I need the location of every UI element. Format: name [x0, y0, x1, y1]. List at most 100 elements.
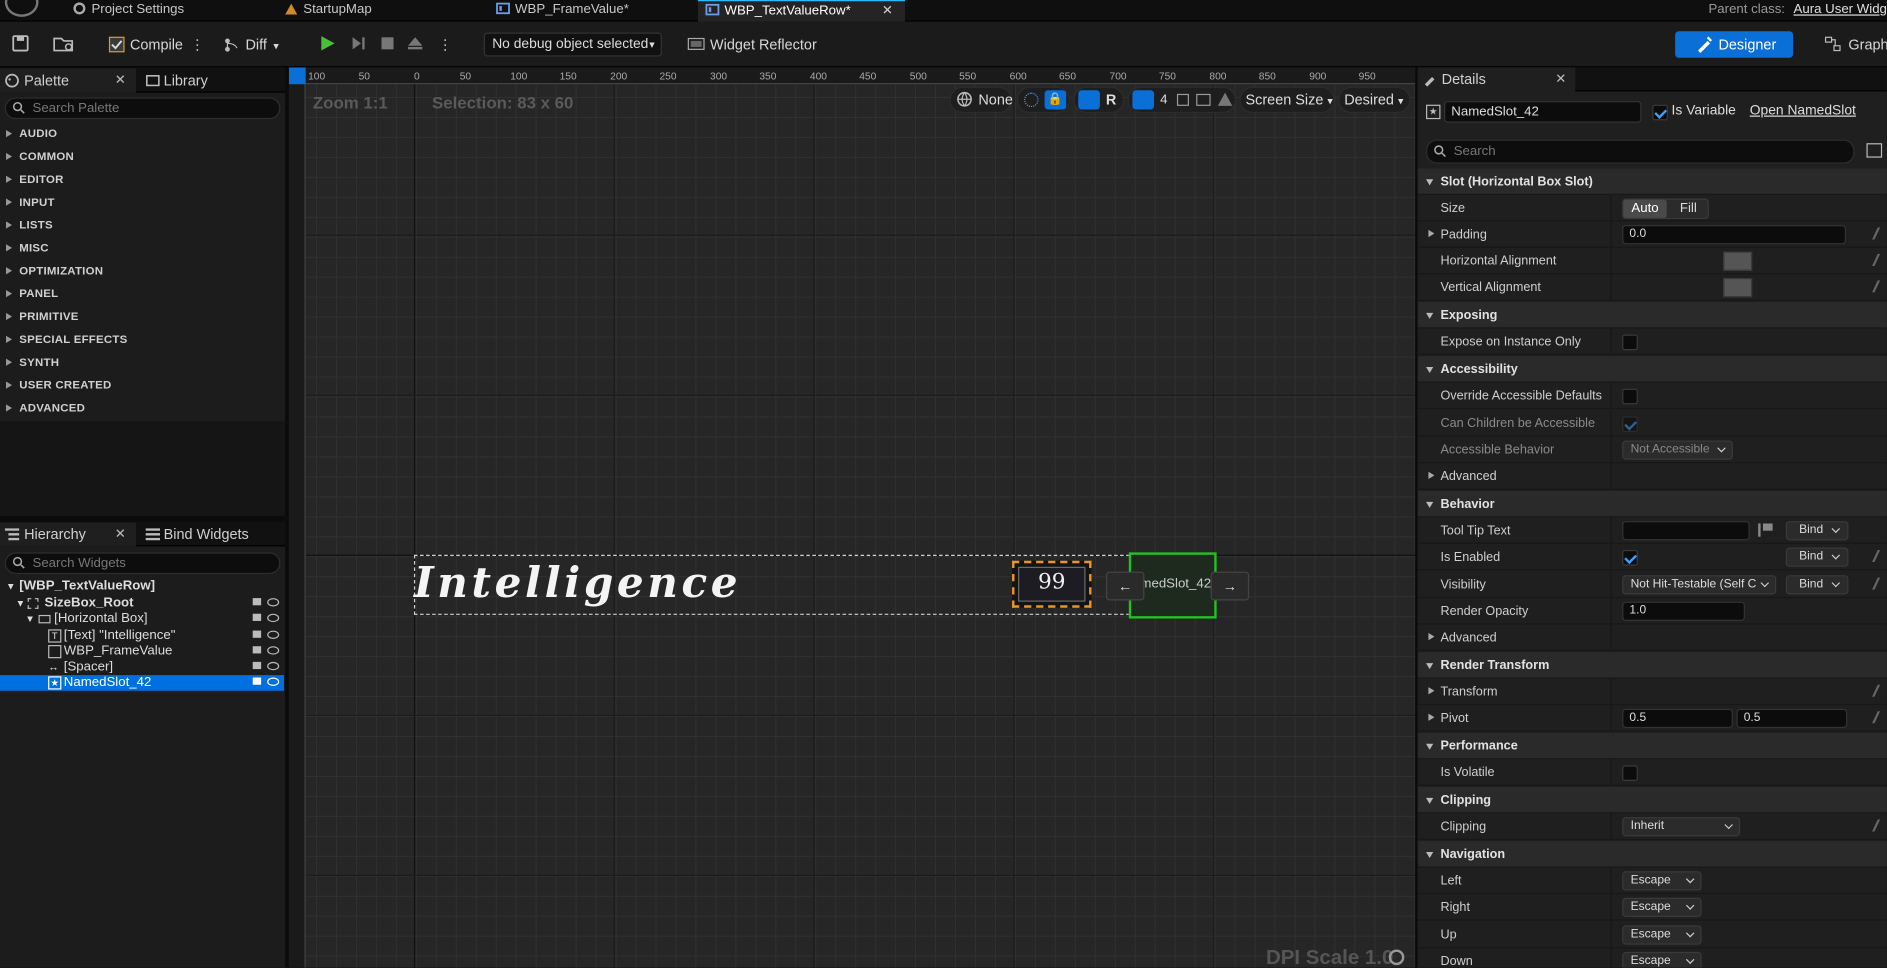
debug-object-dropdown[interactable]: No debug object selected ▾ — [483, 32, 662, 57]
padding-field[interactable]: 0.0 — [1622, 225, 1847, 245]
collapse-arrow-icon[interactable]: ▼ — [6, 579, 16, 595]
compile-options-icon[interactable]: ⋮ — [190, 31, 204, 57]
tab-project-settings[interactable]: Project Settings — [65, 0, 270, 22]
unreal-logo-icon[interactable] — [4, 0, 39, 17]
details-search-input[interactable]: Search — [1426, 139, 1855, 164]
section-navigation[interactable]: Navigation — [1417, 841, 1887, 868]
is-enabled-checkbox[interactable] — [1622, 549, 1638, 566]
palette-category-panel[interactable]: PANEL — [0, 283, 284, 306]
localize-flag-icon[interactable] — [1758, 523, 1773, 537]
tree-item-root[interactable]: ▼ [WBP_TextValueRow] — [0, 579, 284, 595]
eye-icon[interactable] — [267, 630, 280, 640]
reset-icon[interactable] — [1872, 577, 1887, 590]
lock-icon[interactable] — [252, 677, 262, 685]
widget-reflector-button[interactable]: Widget Reflector — [686, 31, 817, 57]
clipping-dropdown[interactable]: Inherit — [1622, 817, 1741, 837]
palette-category-advanced[interactable]: ADVANCED — [0, 397, 284, 420]
play-options-icon[interactable]: ⋮ — [438, 31, 452, 57]
lock-eye-toggles[interactable] — [250, 675, 280, 691]
halign-fill-button[interactable] — [1723, 251, 1753, 271]
size-auto-button[interactable]: Auto — [1623, 199, 1667, 218]
reset-icon[interactable] — [1872, 227, 1887, 240]
is-volatile-checkbox[interactable] — [1622, 765, 1638, 782]
grid-icon[interactable] — [1132, 90, 1155, 110]
expose-checkbox[interactable] — [1622, 334, 1638, 351]
tooltip-bind-button[interactable]: Bind — [1785, 521, 1849, 541]
move-left-button[interactable]: ← — [1105, 571, 1145, 601]
section-performance[interactable]: Performance — [1417, 732, 1887, 760]
halign-left-button[interactable] — [1622, 252, 1651, 271]
reset-icon[interactable] — [1872, 684, 1887, 697]
tab-wbp-textvaluerow[interactable]: WBP_TextValueRow* ✕ — [697, 0, 905, 22]
palette-category-common[interactable]: COMMON — [0, 146, 284, 169]
palette-category-synth[interactable]: SYNTH — [0, 351, 284, 374]
palette-category-user-created[interactable]: USER CREATED — [0, 374, 284, 397]
row-padding[interactable]: Padding 0.0 — [1417, 221, 1887, 248]
section-clipping[interactable]: Clipping — [1417, 787, 1887, 814]
halign-right-button[interactable] — [1691, 252, 1720, 271]
palette-category-optimization[interactable]: OPTIMIZATION — [0, 260, 284, 283]
frame-value-widget[interactable]: 99 — [1012, 560, 1092, 608]
image-icon[interactable] — [1196, 93, 1211, 106]
move-right-button[interactable]: → — [1210, 571, 1250, 601]
valign-fill-button[interactable] — [1723, 277, 1753, 298]
property-matrix-icon[interactable] — [1866, 143, 1883, 158]
left-splitter[interactable] — [285, 67, 289, 968]
section-behavior[interactable]: Behavior — [1417, 490, 1887, 518]
palette-search-input[interactable]: Search Palette — [4, 97, 281, 120]
palette-category-special-effects[interactable]: SPECIAL EFFECTS — [0, 329, 284, 352]
visibility-dropdown[interactable]: Not Hit-Testable (Self C — [1622, 575, 1777, 595]
visibility-bind-button[interactable]: Bind — [1785, 575, 1849, 595]
render-opacity-field[interactable]: 1.0 — [1622, 601, 1745, 621]
palette-category-misc[interactable]: MISC — [0, 237, 284, 260]
step-icon[interactable] — [350, 35, 367, 52]
section-exposing[interactable]: Exposing — [1417, 302, 1887, 329]
override-accessible-checkbox[interactable] — [1622, 388, 1638, 405]
collapse-arrow-icon[interactable]: ▼ — [25, 611, 35, 627]
tree-item-text[interactable]: T [Text] "Intelligence" — [0, 628, 284, 644]
tree-item-sizebox-root[interactable]: ▼ SizeBox_Root — [0, 596, 284, 612]
lock-eye-toggles[interactable] — [250, 644, 280, 660]
is-variable-checkbox[interactable] — [1652, 104, 1668, 121]
close-palette-icon[interactable]: ✕ — [112, 69, 129, 93]
lock-eye-toggles[interactable] — [250, 596, 280, 612]
intelligence-text-widget[interactable]: Intelligence — [414, 557, 741, 610]
nav-right-dropdown[interactable]: Escape — [1622, 897, 1702, 917]
localization-preview-button[interactable]: None — [949, 86, 1013, 114]
reset-icon[interactable] — [1872, 280, 1887, 293]
valign-center-button[interactable] — [1656, 278, 1685, 297]
grid-snap-toggle[interactable]: 4 — [1127, 86, 1236, 114]
lock-eye-toggles[interactable] — [250, 611, 280, 627]
palette-category-editor[interactable]: EDITOR — [0, 168, 284, 191]
eye-icon[interactable] — [267, 613, 280, 623]
section-render-transform[interactable]: Render Transform — [1417, 652, 1887, 679]
lock-icon[interactable] — [252, 661, 262, 670]
rotate-toggle[interactable]: R — [1106, 88, 1116, 112]
screen-size-dropdown[interactable]: Screen Size ▾ — [1239, 86, 1335, 114]
close-tab-icon[interactable]: ✕ — [882, 1, 893, 20]
eye-icon[interactable] — [267, 677, 280, 686]
nav-down-dropdown[interactable]: Escape — [1622, 951, 1702, 968]
play-icon[interactable] — [319, 35, 336, 52]
row-pivot[interactable]: Pivot 0.5 0.5 — [1417, 705, 1887, 732]
palette-category-audio[interactable]: AUDIO — [0, 123, 284, 146]
tab-wbp-framevalue[interactable]: WBP_FrameValue* — [489, 0, 694, 22]
right-splitter[interactable] — [1415, 67, 1418, 968]
lock-eye-toggles[interactable] — [250, 628, 280, 644]
nav-left-dropdown[interactable]: Escape — [1622, 871, 1702, 891]
brightness-icon[interactable] — [1217, 92, 1233, 106]
reset-icon[interactable] — [1872, 819, 1887, 832]
layout-icon[interactable] — [1078, 90, 1100, 110]
compile-button[interactable]: Compile — [106, 31, 183, 57]
widget-name-field[interactable]: NamedSlot_42 — [1444, 101, 1642, 123]
tooltip-text-field[interactable] — [1622, 521, 1750, 541]
lock-icon[interactable] — [252, 613, 262, 621]
tree-item-frame-value[interactable]: WBP_FrameValue — [0, 644, 284, 660]
diff-button[interactable]: Diff ▾ — [221, 31, 279, 57]
graph-button[interactable]: Graph — [1824, 31, 1887, 57]
browse-icon[interactable] — [53, 35, 75, 52]
palette-category-primitive[interactable]: PRIMITIVE — [0, 306, 284, 329]
valign-top-button[interactable] — [1622, 278, 1651, 297]
reset-icon[interactable] — [1872, 253, 1887, 266]
lock-icon[interactable] — [252, 646, 262, 654]
